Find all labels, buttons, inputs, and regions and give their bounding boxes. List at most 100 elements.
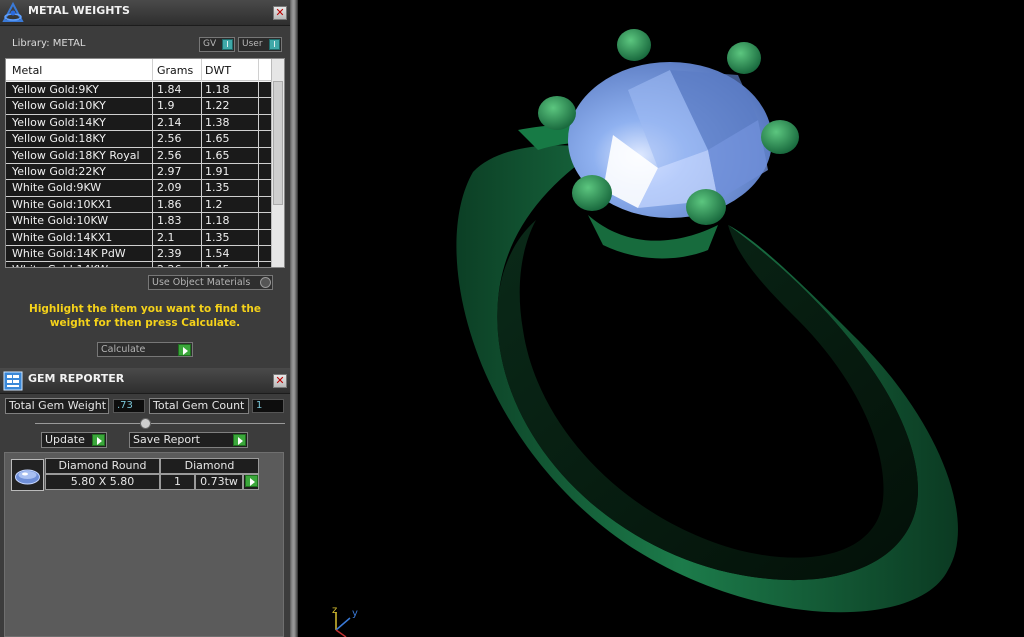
column-divider [201, 147, 202, 164]
column-divider [152, 180, 153, 197]
play-arrow-icon [245, 475, 258, 487]
metal-name-cell: Yellow Gold:18KY Royal [12, 148, 140, 162]
gem-reporter-title-bar[interactable]: GEM REPORTER ✕ [0, 368, 290, 394]
metal-name-cell: White Gold:10KW [12, 214, 109, 228]
dwt-cell: 1.18 [205, 214, 230, 228]
3d-viewport[interactable]: z y [298, 0, 1024, 637]
gem-shape-cell[interactable]: Diamond Round [45, 458, 160, 474]
metal-table-header: Metal Grams DWT [6, 59, 272, 81]
dwt-cell: 1.22 [205, 99, 230, 113]
metal-weights-title-bar[interactable]: METAL WEIGHTS ✕ [0, 0, 290, 26]
dwt-cell: 1.45 [205, 263, 230, 267]
column-divider [201, 262, 202, 267]
play-arrow-icon [92, 434, 105, 446]
slider-track [35, 423, 285, 424]
gem-size-cell[interactable]: 5.80 X 5.80 [45, 474, 160, 490]
column-header-dwt[interactable]: DWT [205, 64, 231, 77]
gem-list[interactable]: Diamond Round Diamond 5.80 X 5.80 1 0.73… [4, 452, 284, 637]
table-row[interactable]: White Gold:9KW 2.09 1.35 [6, 180, 272, 197]
column-divider [258, 196, 259, 213]
gv-toggle[interactable]: GV I [199, 37, 235, 52]
toggle-knob-icon: I [269, 39, 280, 50]
ring-setting[interactable] [538, 29, 799, 259]
panel-splitter[interactable] [290, 0, 298, 637]
table-row[interactable]: White Gold:10KX1 1.86 1.2 [6, 196, 272, 214]
gem-reporter-title: GEM REPORTER [28, 372, 125, 385]
close-icon[interactable]: ✕ [273, 6, 287, 20]
column-divider [258, 229, 259, 246]
column-divider [152, 213, 153, 230]
column-header-metal[interactable]: Metal [12, 64, 42, 77]
close-icon[interactable]: ✕ [273, 374, 287, 388]
column-divider [152, 262, 153, 267]
metal-table-scrollbar[interactable] [271, 59, 284, 267]
table-row[interactable]: Yellow Gold:22KY 2.97 1.91 [6, 163, 272, 181]
grams-cell: 1.84 [157, 83, 182, 96]
dwt-cell: 1.35 [205, 230, 230, 244]
round-diamond-icon [15, 469, 40, 485]
ring-render[interactable]: z y [298, 0, 1024, 637]
grams-cell: 2.97 [157, 164, 182, 178]
grams-cell: 1.83 [157, 214, 182, 228]
gem-row-action-button[interactable] [243, 474, 259, 490]
grams-cell: 2.14 [157, 115, 182, 129]
column-divider [201, 229, 202, 246]
metal-name-cell: Yellow Gold:10KY [12, 99, 106, 113]
use-object-materials-button[interactable]: Use Object Materials [148, 275, 273, 290]
table-row[interactable]: Yellow Gold:18KY Royal 2.56 1.65 [6, 147, 272, 164]
column-divider [258, 147, 259, 164]
grams-cell: 2.09 [157, 181, 182, 195]
column-header-grams[interactable]: Grams [157, 64, 193, 77]
side-panel: METAL WEIGHTS ✕ Library: METAL GV I User… [0, 0, 290, 637]
metal-table[interactable]: Metal Grams DWT Yellow Gold:9KY 1.84 1.18 Y… [5, 58, 285, 268]
column-divider [201, 82, 202, 98]
column-divider [258, 262, 259, 267]
metal-name-cell: Yellow Gold:14KY [12, 115, 106, 129]
total-gem-weight-label: Total Gem Weight [5, 398, 109, 414]
column-divider [152, 98, 153, 115]
table-row[interactable]: White Gold:14K PdW 2.39 1.54 [6, 245, 272, 263]
table-row[interactable]: White Gold:14KX1 2.1 1.35 [6, 229, 272, 246]
save-report-button[interactable]: Save Report [129, 432, 248, 448]
column-divider [152, 82, 153, 98]
total-gem-count-label: Total Gem Count [149, 398, 249, 414]
column-divider [258, 163, 259, 180]
total-gem-count-value: 1 [252, 399, 284, 413]
metal-name-cell: White Gold:14K PdW [12, 246, 126, 260]
table-row[interactable]: Yellow Gold:14KY 2.14 1.38 [6, 114, 272, 132]
grams-cell: 2.56 [157, 148, 182, 162]
column-divider [258, 114, 259, 131]
table-row[interactable]: Yellow Gold:18KY 2.56 1.65 [6, 131, 272, 148]
metal-name-cell: White Gold:14KW [12, 263, 108, 267]
total-gem-weight-value: .73 [113, 399, 145, 413]
grams-cell: 2.56 [157, 132, 182, 146]
axis-label-z: z [332, 605, 337, 616]
table-row[interactable]: White Gold:14KW 2.26 1.45 [6, 262, 272, 267]
user-toggle[interactable]: User I [238, 37, 282, 52]
gem-report-icon [3, 371, 23, 391]
scrollbar-thumb[interactable] [273, 81, 283, 205]
column-divider [201, 114, 202, 131]
column-divider [258, 131, 259, 148]
toggle-knob-icon: I [222, 39, 233, 50]
column-divider [152, 131, 153, 148]
table-row[interactable]: White Gold:10KW 1.83 1.18 [6, 213, 272, 230]
column-divider [152, 59, 153, 81]
update-button[interactable]: Update [41, 432, 107, 448]
grams-cell: 2.1 [157, 230, 175, 244]
table-row[interactable]: Yellow Gold:9KY 1.84 1.18 [6, 82, 272, 99]
gem-material-cell[interactable]: Diamond [160, 458, 259, 474]
metal-name-cell: White Gold:10KX1 [12, 197, 113, 211]
column-divider [258, 245, 259, 262]
calculate-button[interactable]: Calculate [97, 342, 193, 357]
axis-label-y: y [352, 608, 358, 619]
slider-handle[interactable] [140, 418, 151, 429]
table-row[interactable]: Yellow Gold:10KY 1.9 1.22 [6, 98, 272, 115]
gem-weight-cell[interactable]: 0.73tw [195, 474, 243, 490]
gem-thumbnail[interactable] [11, 459, 44, 491]
grams-cell: 2.39 [157, 246, 182, 260]
column-divider [152, 114, 153, 131]
dwt-cell: 1.65 [205, 132, 230, 146]
column-divider [258, 82, 259, 98]
gem-count-cell[interactable]: 1 [160, 474, 195, 490]
